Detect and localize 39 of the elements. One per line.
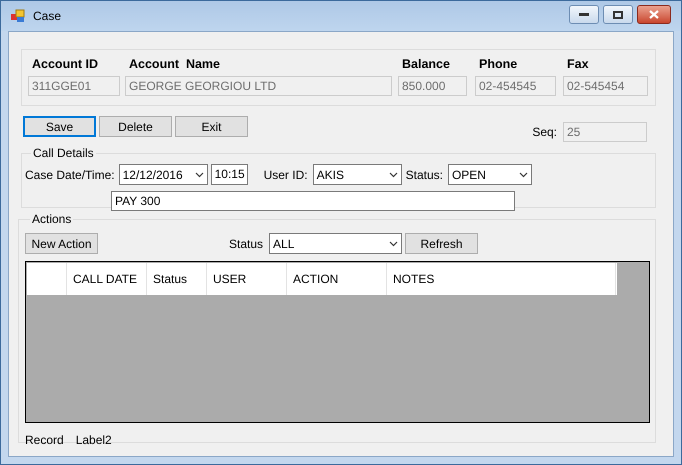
status-dropdown[interactable]: OPEN — [448, 164, 532, 185]
status-filter-label: Status — [229, 236, 264, 252]
user-id-dropdown[interactable]: AKIS — [312, 164, 402, 185]
group-title: Call Details — [32, 145, 95, 162]
new-action-button[interactable]: New Action — [25, 233, 98, 254]
group-title: Actions — [31, 211, 72, 228]
status-label: Label2 — [76, 432, 112, 449]
field-label: Balance — [401, 57, 451, 72]
form-button[interactable]: Delete — [99, 116, 172, 137]
refresh-button[interactable]: Refresh — [405, 233, 478, 254]
maximize-button[interactable] — [603, 5, 633, 24]
close-icon — [649, 10, 659, 19]
seq-field: 25 — [563, 122, 647, 142]
window-title: Case — [33, 8, 62, 25]
user-id-label: User ID: — [264, 166, 308, 184]
column-header: ACTION — [287, 263, 387, 295]
restore-icon — [613, 10, 623, 18]
status-filter-dropdown[interactable]: ALL — [269, 233, 402, 254]
status-label: Record — [25, 432, 64, 449]
column-header: NOTES — [387, 263, 616, 295]
column-header: CALL DATE — [67, 263, 147, 295]
field-label: Fax — [566, 57, 590, 72]
date-label: Case Date/Time: — [25, 166, 115, 184]
date-picker[interactable]: 12/12/2016 — [118, 164, 208, 185]
field-label: Account Name — [128, 57, 221, 72]
close-button[interactable] — [637, 5, 671, 24]
app-icon — [11, 9, 25, 23]
status-label: Status: — [406, 166, 443, 184]
seq-label: Seq: — [532, 124, 557, 141]
minimize-button[interactable] — [569, 5, 599, 24]
minimize-icon — [579, 12, 589, 16]
column-header: USER — [207, 263, 287, 295]
column-header: Status — [147, 263, 207, 295]
form-button[interactable]: Exit — [175, 116, 248, 137]
field-label: Phone — [478, 57, 518, 72]
form-button[interactable]: Save — [23, 116, 96, 137]
field-label: Account ID — [31, 57, 99, 72]
notes-field[interactable]: PAY 300 — [111, 191, 515, 211]
time-field[interactable]: 10:15 — [210, 164, 248, 185]
